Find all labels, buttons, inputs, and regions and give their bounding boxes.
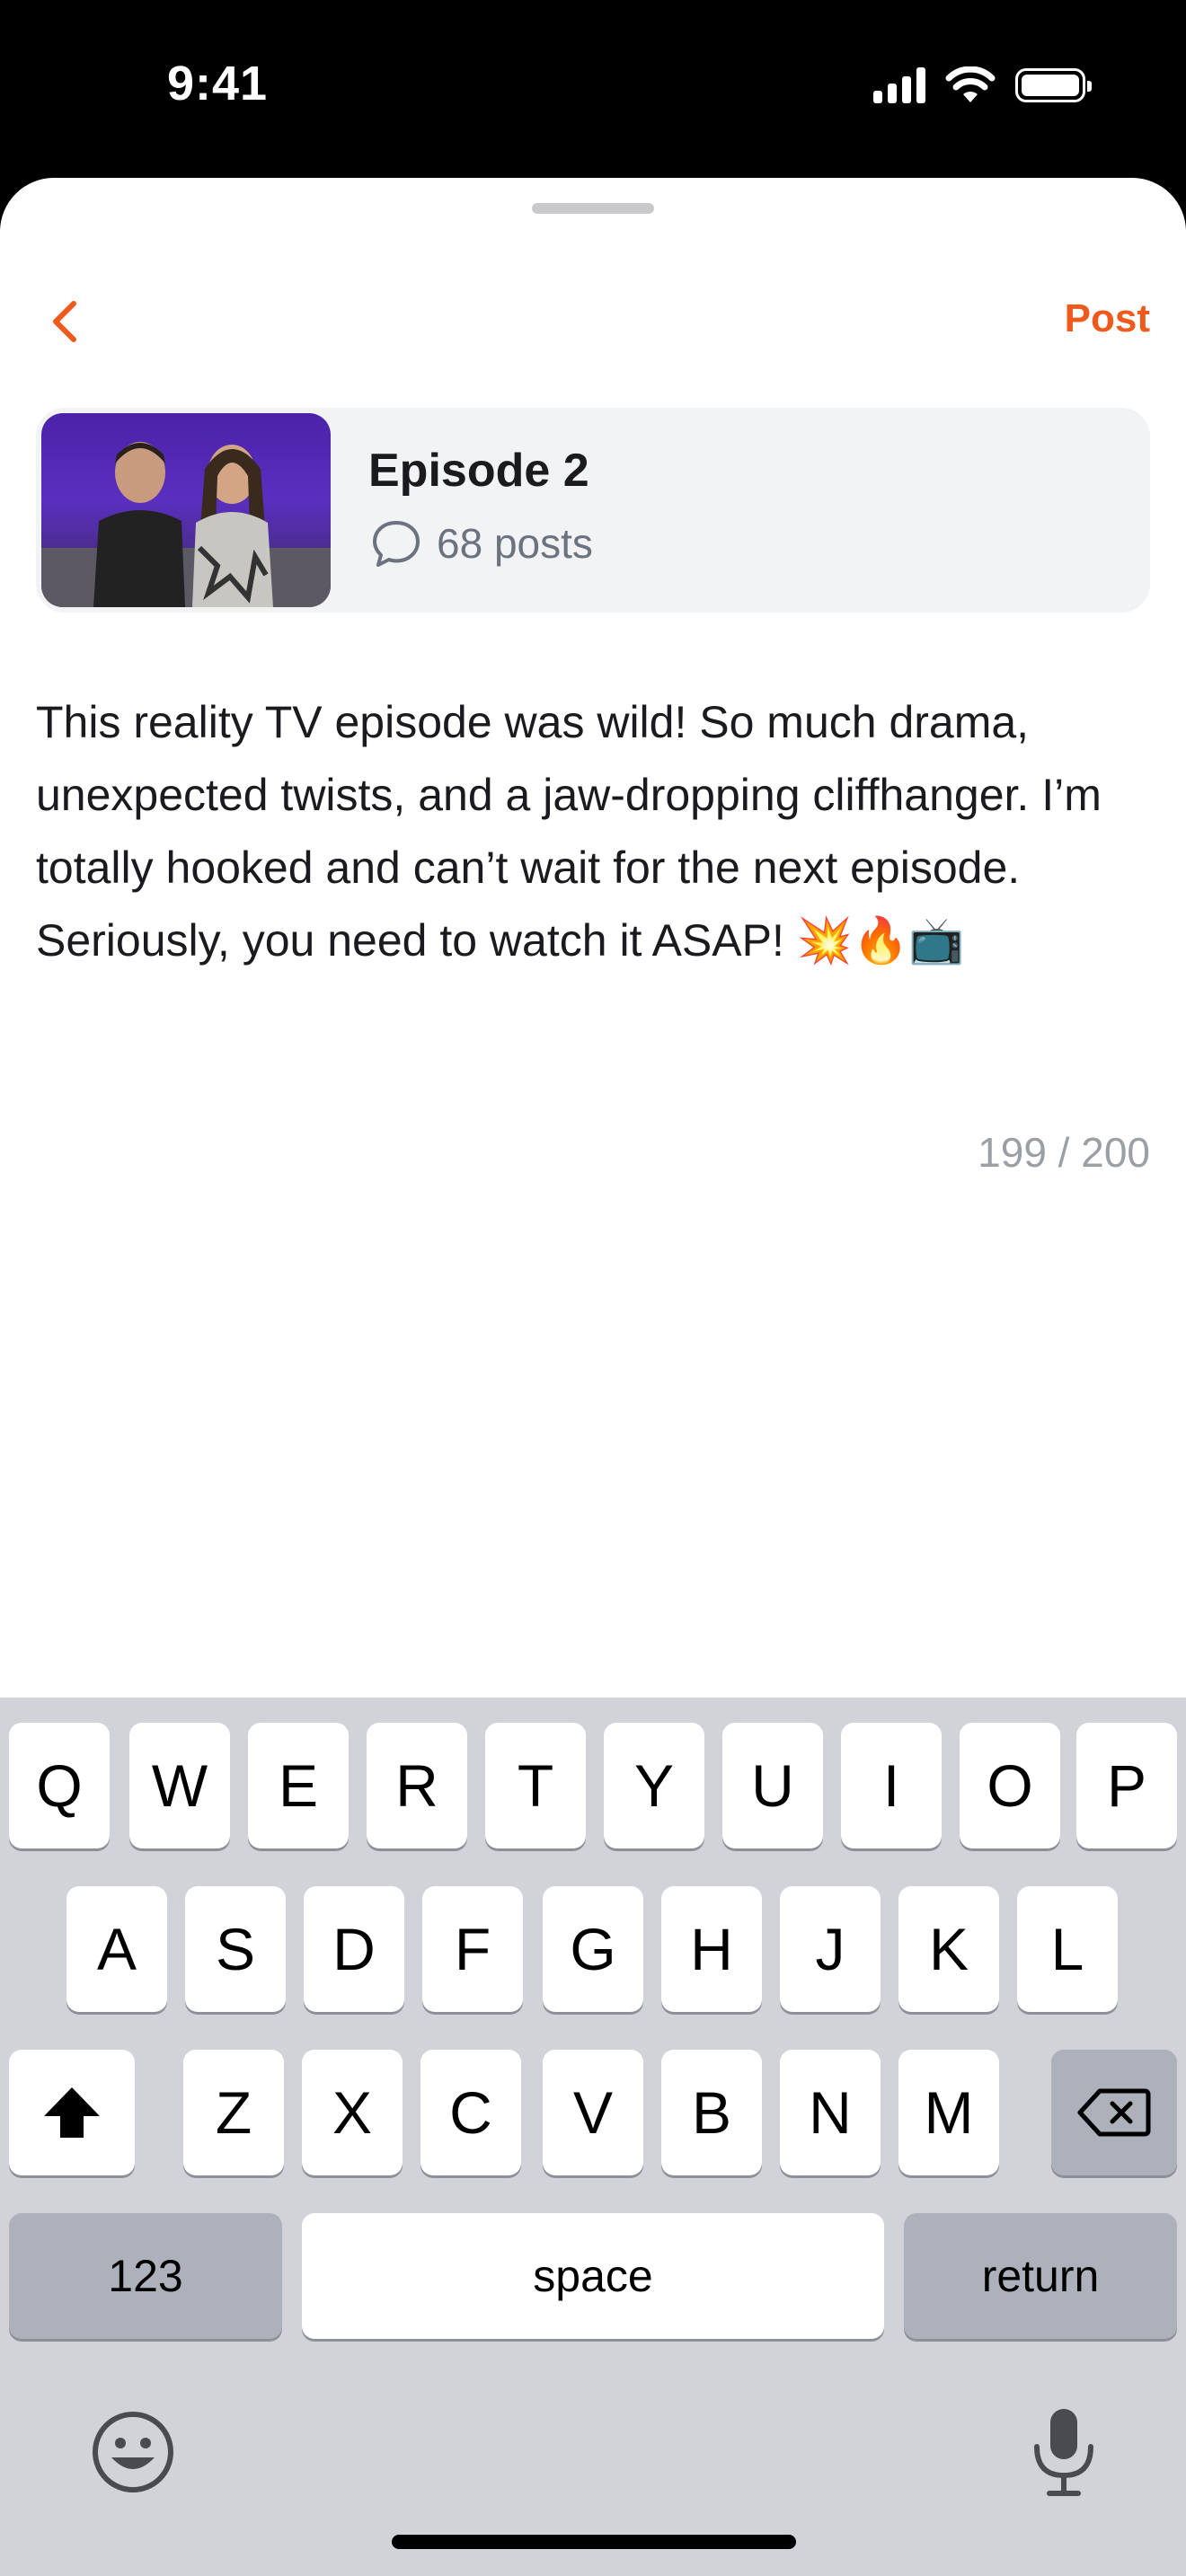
key-s[interactable]: S — [185, 1886, 286, 2012]
key-y[interactable]: Y — [604, 1723, 704, 1848]
episode-thumbnail — [41, 413, 331, 607]
numbers-key[interactable]: 123 — [9, 2213, 282, 2339]
home-indicator — [392, 2535, 796, 2549]
chevron-left-icon — [53, 301, 76, 342]
key-l[interactable]: L — [1017, 1886, 1118, 2012]
key-v[interactable]: V — [543, 2050, 643, 2175]
post-count-label: 68 posts — [437, 520, 593, 567]
back-button[interactable] — [40, 295, 93, 348]
return-key[interactable]: return — [904, 2213, 1177, 2339]
key-p[interactable]: P — [1076, 1723, 1177, 1848]
shift-arrow-icon — [44, 2087, 100, 2138]
key-u[interactable]: U — [722, 1723, 823, 1848]
emoji-icon[interactable] — [90, 2409, 176, 2495]
key-a[interactable]: A — [66, 1886, 167, 2012]
space-key[interactable]: space — [302, 2213, 884, 2339]
delete-key[interactable] — [1051, 2050, 1177, 2175]
sheet-grabber[interactable] — [532, 203, 654, 214]
backspace-icon — [1077, 2088, 1151, 2137]
episode-post-count: 68 posts — [370, 517, 593, 569]
microphone-icon[interactable] — [1024, 2405, 1103, 2499]
key-b[interactable]: B — [661, 2050, 762, 2175]
post-text-input[interactable]: This reality TV episode was wild! So muc… — [36, 686, 1159, 977]
key-i[interactable]: I — [841, 1723, 942, 1848]
key-t[interactable]: T — [485, 1723, 586, 1848]
episode-title: Episode 2 — [368, 445, 589, 497]
keyboard: Q W E R T Y U I O P A S D F G H J K L Z … — [0, 1698, 1186, 2576]
key-q[interactable]: Q — [9, 1723, 110, 1848]
status-time: 9:41 — [167, 57, 269, 110]
wifi-icon — [945, 66, 996, 102]
key-o[interactable]: O — [960, 1723, 1060, 1848]
key-c[interactable]: C — [420, 2050, 521, 2175]
shift-key[interactable] — [9, 2050, 135, 2175]
key-n[interactable]: N — [780, 2050, 881, 2175]
status-bar: 9:41 — [0, 0, 1186, 178]
key-m[interactable]: M — [898, 2050, 999, 2175]
key-r[interactable]: R — [367, 1723, 467, 1848]
post-button[interactable]: Post — [1065, 296, 1150, 341]
status-icons — [873, 66, 1092, 104]
key-w[interactable]: W — [129, 1723, 230, 1848]
key-z[interactable]: Z — [183, 2050, 284, 2175]
battery-icon — [1015, 68, 1092, 102]
chat-bubble-icon — [373, 521, 420, 567]
key-e[interactable]: E — [248, 1723, 349, 1848]
key-k[interactable]: K — [898, 1886, 999, 2012]
cellular-signal-icon — [873, 67, 925, 103]
key-h[interactable]: H — [661, 1886, 762, 2012]
key-x[interactable]: X — [302, 2050, 403, 2175]
character-count: 199 / 200 — [978, 1129, 1150, 1176]
key-f[interactable]: F — [422, 1886, 523, 2012]
key-j[interactable]: J — [780, 1886, 881, 2012]
key-g[interactable]: G — [543, 1886, 643, 2012]
episode-card[interactable]: Episode 2 68 posts — [36, 408, 1150, 613]
key-d[interactable]: D — [304, 1886, 404, 2012]
